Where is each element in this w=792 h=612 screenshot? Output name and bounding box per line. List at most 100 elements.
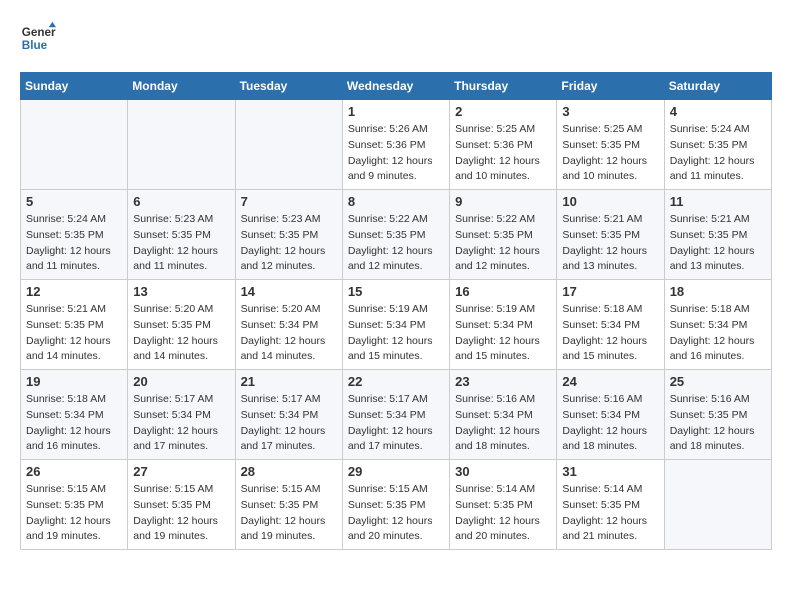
day-cell: 30 Sunrise: 5:14 AM Sunset: 5:35 PM Dayli… (450, 460, 557, 550)
day-info: Sunrise: 5:24 AM Sunset: 5:35 PM Dayligh… (26, 212, 122, 275)
day-cell: 2 Sunrise: 5:25 AM Sunset: 5:36 PM Daylig… (450, 100, 557, 190)
day-number: 9 (455, 194, 551, 209)
week-row-5: 26 Sunrise: 5:15 AM Sunset: 5:35 PM Dayli… (21, 460, 772, 550)
day-cell: 18 Sunrise: 5:18 AM Sunset: 5:34 PM Dayli… (664, 280, 771, 370)
day-number: 14 (241, 284, 337, 299)
day-info: Sunrise: 5:20 AM Sunset: 5:35 PM Dayligh… (133, 302, 229, 365)
week-row-4: 19Sunrise: 5:18 AM Sunset: 5:34 PM Dayli… (21, 370, 772, 460)
day-cell: 20 Sunrise: 5:17 AM Sunset: 5:34 PM Dayli… (128, 370, 235, 460)
day-cell (664, 460, 771, 550)
page-header: General Blue (20, 20, 772, 56)
day-info: Sunrise: 5:19 AM Sunset: 5:34 PM Dayligh… (455, 302, 551, 365)
day-info: Sunrise: 5:24 AM Sunset: 5:35 PM Dayligh… (670, 122, 766, 185)
day-cell: 15Sunrise: 5:19 AM Sunset: 5:34 PM Dayli… (342, 280, 449, 370)
day-cell: 27 Sunrise: 5:15 AM Sunset: 5:35 PM Dayli… (128, 460, 235, 550)
day-number: 20 (133, 374, 229, 389)
header-cell-tuesday: Tuesday (235, 73, 342, 100)
day-info: Sunrise: 5:23 AM Sunset: 5:35 PM Dayligh… (133, 212, 229, 275)
day-number: 19 (26, 374, 122, 389)
day-number: 11 (670, 194, 766, 209)
day-cell: 14 Sunrise: 5:20 AM Sunset: 5:34 PM Dayli… (235, 280, 342, 370)
day-cell: 28 Sunrise: 5:15 AM Sunset: 5:35 PM Dayli… (235, 460, 342, 550)
week-row-1: 1Sunrise: 5:26 AM Sunset: 5:36 PM Daylig… (21, 100, 772, 190)
day-number: 25 (670, 374, 766, 389)
day-info: Sunrise: 5:21 AM Sunset: 5:35 PM Dayligh… (562, 212, 658, 275)
day-info: Sunrise: 5:21 AM Sunset: 5:35 PM Dayligh… (26, 302, 122, 365)
day-cell: 23 Sunrise: 5:16 AM Sunset: 5:34 PM Dayli… (450, 370, 557, 460)
day-number: 17 (562, 284, 658, 299)
day-info: Sunrise: 5:20 AM Sunset: 5:34 PM Dayligh… (241, 302, 337, 365)
day-number: 23 (455, 374, 551, 389)
logo-icon: General Blue (20, 20, 56, 56)
day-number: 24 (562, 374, 658, 389)
day-info: Sunrise: 5:17 AM Sunset: 5:34 PM Dayligh… (133, 392, 229, 455)
day-info: Sunrise: 5:16 AM Sunset: 5:35 PM Dayligh… (670, 392, 766, 455)
day-cell: 3Sunrise: 5:25 AM Sunset: 5:35 PM Daylig… (557, 100, 664, 190)
day-cell: 31 Sunrise: 5:14 AM Sunset: 5:35 PM Dayli… (557, 460, 664, 550)
header-row: SundayMondayTuesdayWednesdayThursdayFrid… (21, 73, 772, 100)
day-number: 7 (241, 194, 337, 209)
day-number: 4 (670, 104, 766, 119)
day-number: 13 (133, 284, 229, 299)
day-cell: 7Sunrise: 5:23 AM Sunset: 5:35 PM Daylig… (235, 190, 342, 280)
header-cell-wednesday: Wednesday (342, 73, 449, 100)
day-info: Sunrise: 5:17 AM Sunset: 5:34 PM Dayligh… (348, 392, 444, 455)
day-cell (235, 100, 342, 190)
day-cell: 13 Sunrise: 5:20 AM Sunset: 5:35 PM Dayli… (128, 280, 235, 370)
day-number: 29 (348, 464, 444, 479)
day-info: Sunrise: 5:15 AM Sunset: 5:35 PM Dayligh… (241, 482, 337, 545)
header-cell-sunday: Sunday (21, 73, 128, 100)
header-cell-thursday: Thursday (450, 73, 557, 100)
day-number: 21 (241, 374, 337, 389)
week-row-2: 5 Sunrise: 5:24 AM Sunset: 5:35 PM Daylig… (21, 190, 772, 280)
day-info: Sunrise: 5:15 AM Sunset: 5:35 PM Dayligh… (133, 482, 229, 545)
day-cell (21, 100, 128, 190)
day-cell: 10 Sunrise: 5:21 AM Sunset: 5:35 PM Dayli… (557, 190, 664, 280)
day-cell: 17 Sunrise: 5:18 AM Sunset: 5:34 PM Dayli… (557, 280, 664, 370)
day-info: Sunrise: 5:26 AM Sunset: 5:36 PM Dayligh… (348, 122, 444, 185)
day-info: Sunrise: 5:15 AM Sunset: 5:35 PM Dayligh… (348, 482, 444, 545)
header-cell-saturday: Saturday (664, 73, 771, 100)
day-info: Sunrise: 5:14 AM Sunset: 5:35 PM Dayligh… (455, 482, 551, 545)
day-number: 3 (562, 104, 658, 119)
day-cell: 26Sunrise: 5:15 AM Sunset: 5:35 PM Dayli… (21, 460, 128, 550)
day-info: Sunrise: 5:18 AM Sunset: 5:34 PM Dayligh… (562, 302, 658, 365)
day-cell: 25 Sunrise: 5:16 AM Sunset: 5:35 PM Dayli… (664, 370, 771, 460)
day-cell: 4 Sunrise: 5:24 AM Sunset: 5:35 PM Daylig… (664, 100, 771, 190)
day-info: Sunrise: 5:22 AM Sunset: 5:35 PM Dayligh… (455, 212, 551, 275)
calendar-header: SundayMondayTuesdayWednesdayThursdayFrid… (21, 73, 772, 100)
day-number: 16 (455, 284, 551, 299)
day-cell: 1Sunrise: 5:26 AM Sunset: 5:36 PM Daylig… (342, 100, 449, 190)
day-number: 28 (241, 464, 337, 479)
logo: General Blue (20, 20, 62, 56)
header-cell-monday: Monday (128, 73, 235, 100)
day-number: 26 (26, 464, 122, 479)
day-info: Sunrise: 5:22 AM Sunset: 5:35 PM Dayligh… (348, 212, 444, 275)
day-cell: 24 Sunrise: 5:16 AM Sunset: 5:34 PM Dayli… (557, 370, 664, 460)
day-number: 30 (455, 464, 551, 479)
day-number: 8 (348, 194, 444, 209)
day-number: 27 (133, 464, 229, 479)
day-cell: 12Sunrise: 5:21 AM Sunset: 5:35 PM Dayli… (21, 280, 128, 370)
day-info: Sunrise: 5:25 AM Sunset: 5:36 PM Dayligh… (455, 122, 551, 185)
day-number: 31 (562, 464, 658, 479)
day-cell: 5 Sunrise: 5:24 AM Sunset: 5:35 PM Daylig… (21, 190, 128, 280)
day-cell: 29 Sunrise: 5:15 AM Sunset: 5:35 PM Dayli… (342, 460, 449, 550)
day-cell: 6 Sunrise: 5:23 AM Sunset: 5:35 PM Daylig… (128, 190, 235, 280)
calendar-table: SundayMondayTuesdayWednesdayThursdayFrid… (20, 72, 772, 550)
calendar-body: 1Sunrise: 5:26 AM Sunset: 5:36 PM Daylig… (21, 100, 772, 550)
day-info: Sunrise: 5:16 AM Sunset: 5:34 PM Dayligh… (455, 392, 551, 455)
svg-text:General: General (22, 26, 56, 39)
day-info: Sunrise: 5:19 AM Sunset: 5:34 PM Dayligh… (348, 302, 444, 365)
day-number: 6 (133, 194, 229, 209)
day-cell: 19Sunrise: 5:18 AM Sunset: 5:34 PM Dayli… (21, 370, 128, 460)
day-number: 5 (26, 194, 122, 209)
day-info: Sunrise: 5:14 AM Sunset: 5:35 PM Dayligh… (562, 482, 658, 545)
day-number: 18 (670, 284, 766, 299)
day-info: Sunrise: 5:16 AM Sunset: 5:34 PM Dayligh… (562, 392, 658, 455)
day-info: Sunrise: 5:18 AM Sunset: 5:34 PM Dayligh… (670, 302, 766, 365)
day-info: Sunrise: 5:21 AM Sunset: 5:35 PM Dayligh… (670, 212, 766, 275)
day-info: Sunrise: 5:17 AM Sunset: 5:34 PM Dayligh… (241, 392, 337, 455)
day-number: 2 (455, 104, 551, 119)
day-number: 10 (562, 194, 658, 209)
